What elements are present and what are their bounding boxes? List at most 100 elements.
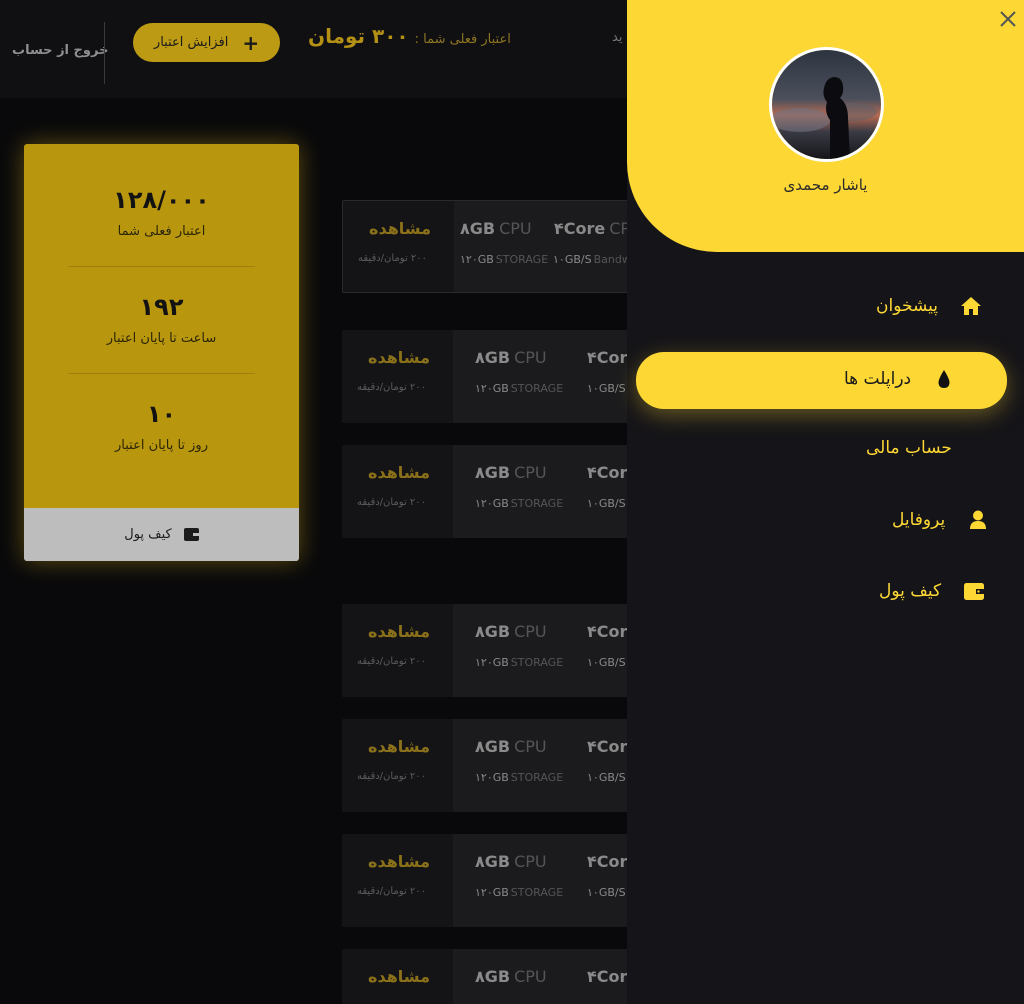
- stat-days-value: ۱۰: [146, 400, 177, 428]
- nav-item-finance[interactable]: $ حساب مالی: [866, 437, 996, 459]
- ram-spec: ۸GB CPU: [475, 737, 547, 756]
- bandwidth-spec: ۱۰GB/S: [587, 382, 626, 395]
- top-fragment-text: ید: [612, 30, 623, 45]
- stat-days: ۱۰ روز تا پایان اعتبار: [24, 400, 299, 453]
- stat-divider: [68, 266, 255, 267]
- stat-hours-value: ۱۹۲: [139, 293, 184, 321]
- home-icon: [960, 295, 982, 317]
- price-label: ۲۰۰ تومان/دقیقه: [357, 497, 427, 508]
- server-plan-row[interactable]: مشاهده ۸GB CPU ۴Cor: [342, 949, 632, 1004]
- wallet-icon: [963, 580, 985, 602]
- cores-spec: ۴Cor: [587, 737, 628, 756]
- bandwidth-spec: ۱۰GB/S Bandw: [553, 253, 631, 266]
- nav-item-wallet[interactable]: کیف پول: [879, 580, 985, 602]
- nav-item-dashboard[interactable]: پیشخوان: [876, 295, 982, 317]
- cores-spec: ۴Cor: [587, 852, 628, 871]
- ram-spec: ۸GB CPU: [460, 219, 532, 238]
- side-drawer: یاشار محمدی پیشخوان دراپلت ها $ حساب مال…: [627, 0, 1024, 1004]
- server-plan-row[interactable]: مشاهده ۲۰۰ تومان/دقیقه ۸GB CPU ۴Core CP ۱۲…: [342, 200, 632, 293]
- server-plan-row[interactable]: مشاهده ۲۰۰ تومان/دقیقه ۸GB CPU ۴Cor ۱۲۰GB…: [342, 834, 632, 927]
- cores-spec: ۴Cor: [587, 967, 628, 986]
- ram-spec: ۸GB CPU: [475, 463, 547, 482]
- ram-spec: ۸GB CPU: [475, 852, 547, 871]
- view-cell: مشاهده ۲۰۰ تومان/دقیقه: [342, 834, 453, 927]
- nav-item-label: پروفایل: [892, 510, 946, 530]
- storage-spec: ۱۲۰GB STORAGE: [460, 253, 549, 266]
- current-credit: اعتبار فعلی شما : ۳۰۰ تومان: [308, 24, 511, 48]
- server-plan-row[interactable]: مشاهده ۲۰۰ تومان/دقیقه ۸GB CPU ۴Cor ۱۲۰GB…: [342, 719, 632, 812]
- drawer-header: یاشار محمدی: [627, 0, 1024, 252]
- view-button[interactable]: مشاهده: [368, 967, 430, 986]
- nav-item-label: پیشخوان: [876, 296, 938, 316]
- dollar-icon: $: [974, 437, 996, 459]
- topbar-divider: [104, 22, 105, 84]
- view-cell: مشاهده ۲۰۰ تومان/دقیقه: [342, 604, 453, 697]
- price-label: ۲۰۰ تومان/دقیقه: [357, 771, 427, 782]
- nav-item-label: حساب مالی: [866, 438, 952, 458]
- svg-text:$: $: [978, 437, 979, 459]
- view-button[interactable]: مشاهده: [368, 737, 430, 756]
- view-button[interactable]: مشاهده: [368, 463, 430, 482]
- nav-item-droplets[interactable]: دراپلت ها: [636, 352, 1007, 409]
- ram-spec: ۸GB CPU: [475, 967, 547, 986]
- stat-credit-value: ۱۲۸/۰۰۰: [113, 186, 210, 214]
- droplet-icon: [933, 368, 955, 390]
- nav-item-label: کیف پول: [879, 581, 942, 601]
- add-credit-label: افزایش اعتبار: [153, 35, 229, 50]
- stat-credit-label: اعتبار فعلی شما: [117, 224, 206, 239]
- storage-spec: ۱۲۰GB STORAGE: [475, 656, 564, 669]
- view-button[interactable]: مشاهده: [368, 622, 430, 641]
- price-label: ۲۰۰ تومان/دقیقه: [357, 886, 427, 897]
- bandwidth-spec: ۱۰GB/S: [587, 656, 626, 669]
- view-cell: مشاهده ۲۰۰ تومان/دقیقه: [343, 201, 454, 292]
- view-cell: مشاهده ۲۰۰ تومان/دقیقه: [342, 719, 453, 812]
- user-name: یاشار محمدی: [783, 176, 868, 194]
- current-credit-value: ۳۰۰ تومان: [308, 24, 409, 48]
- stat-hours-label: ساعت تا پایان اعتبار: [106, 331, 217, 346]
- logout-link[interactable]: خروج از حساب: [12, 43, 108, 58]
- view-button[interactable]: مشاهده: [368, 852, 430, 871]
- wallet-button[interactable]: کیف پول: [24, 508, 299, 561]
- price-label: ۲۰۰ تومان/دقیقه: [358, 253, 428, 264]
- view-button[interactable]: مشاهده: [368, 348, 430, 367]
- avatar[interactable]: [769, 47, 884, 162]
- account-stats-card: ۱۲۸/۰۰۰ اعتبار فعلی شما ۱۹۲ ساعت تا پایا…: [24, 144, 299, 561]
- wallet-label: کیف پول: [124, 527, 172, 542]
- stat-divider: [68, 373, 255, 374]
- wallet-icon: [183, 528, 199, 541]
- plus-icon: +: [242, 30, 260, 55]
- cores-spec: ۴Core CP: [554, 219, 631, 238]
- cores-spec: ۴Cor: [587, 348, 628, 367]
- server-plan-row[interactable]: مشاهده ۲۰۰ تومان/دقیقه ۸GB CPU ۴Cor ۱۲۰GB…: [342, 445, 632, 538]
- view-button[interactable]: مشاهده: [369, 219, 431, 238]
- bandwidth-spec: ۱۰GB/S: [587, 497, 626, 510]
- view-cell: مشاهده ۲۰۰ تومان/دقیقه: [342, 330, 453, 423]
- ram-spec: ۸GB CPU: [475, 622, 547, 641]
- nav-item-profile[interactable]: پروفایل: [892, 509, 989, 531]
- storage-spec: ۱۲۰GB STORAGE: [475, 382, 564, 395]
- stat-days-label: روز تا پایان اعتبار: [115, 438, 208, 453]
- bandwidth-spec: ۱۰GB/S: [587, 886, 626, 899]
- nav-item-droplets-content: دراپلت ها: [844, 368, 955, 390]
- view-cell: مشاهده: [342, 949, 453, 1004]
- storage-spec: ۱۲۰GB STORAGE: [475, 886, 564, 899]
- view-cell: مشاهده ۲۰۰ تومان/دقیقه: [342, 445, 453, 538]
- cores-spec: ۴Cor: [587, 463, 628, 482]
- storage-spec: ۱۲۰GB STORAGE: [475, 771, 564, 784]
- user-icon: [967, 509, 989, 531]
- stat-hours: ۱۹۲ ساعت تا پایان اعتبار: [24, 293, 299, 346]
- nav-item-label: دراپلت ها: [844, 369, 912, 389]
- add-credit-button[interactable]: + افزایش اعتبار: [133, 23, 280, 62]
- close-icon[interactable]: [998, 9, 1018, 29]
- bandwidth-spec: ۱۰GB/S: [587, 771, 626, 784]
- server-plan-row[interactable]: مشاهده ۲۰۰ تومان/دقیقه ۸GB CPU ۴Cor ۱۲۰GB…: [342, 330, 632, 423]
- price-label: ۲۰۰ تومان/دقیقه: [357, 656, 427, 667]
- server-plan-row[interactable]: مشاهده ۲۰۰ تومان/دقیقه ۸GB CPU ۴Cor ۱۲۰GB…: [342, 604, 632, 697]
- current-credit-label: اعتبار فعلی شما :: [414, 32, 511, 47]
- ram-spec: ۸GB CPU: [475, 348, 547, 367]
- price-label: ۲۰۰ تومان/دقیقه: [357, 382, 427, 393]
- cores-spec: ۴Cor: [587, 622, 628, 641]
- avatar-photo: [772, 50, 881, 159]
- stat-credit: ۱۲۸/۰۰۰ اعتبار فعلی شما: [24, 186, 299, 239]
- storage-spec: ۱۲۰GB STORAGE: [475, 497, 564, 510]
